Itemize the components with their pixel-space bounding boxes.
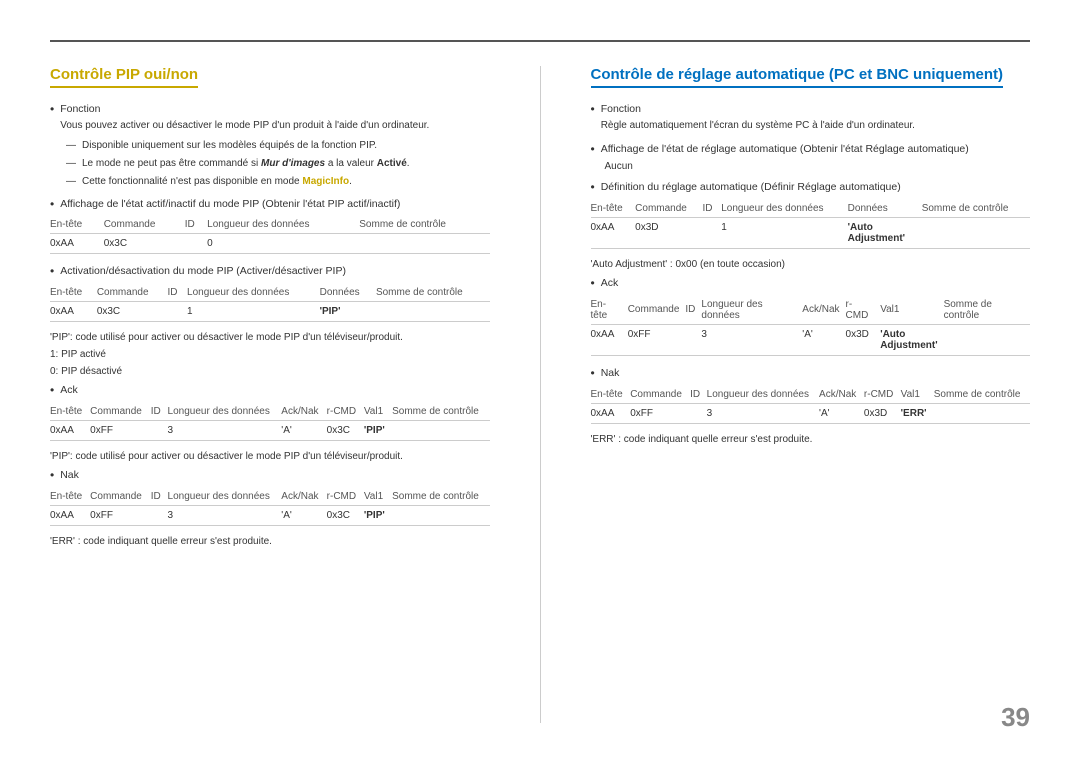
right-table3: En-tête Commande ID Longueur des données… (591, 386, 1031, 424)
right-err-note: 'ERR' : code indiquant quelle erreur s'e… (591, 434, 1031, 445)
bullet-dot-1: • (50, 103, 54, 115)
left-section-title: Contrôle PIP oui/non (50, 66, 198, 88)
page-number: 39 (1001, 702, 1030, 733)
right-title: Contrôle de réglage automatique (PC et B… (591, 66, 1031, 102)
left-ack-bullet: • Ack (50, 383, 490, 399)
left-table1: En-tête Commande ID Longueur des données… (50, 216, 490, 254)
left-err-note: 'ERR' : code indiquant quelle erreur s'e… (50, 536, 490, 547)
note3-line: — Cette fonctionnalité n'est pas disponi… (50, 174, 490, 189)
auto-adj-note: 'Auto Adjustment' : 0x00 (en toute occas… (591, 259, 1031, 270)
left-title: Contrôle PIP oui/non (50, 66, 490, 102)
table-row: 0xAA 0x3C 0 (50, 234, 490, 254)
left-table4: En-tête Commande ID Longueur des données… (50, 488, 490, 526)
page: Contrôle PIP oui/non • Fonction Vous pou… (0, 0, 1080, 763)
right-nak-bullet: • Nak (591, 366, 1031, 382)
left-table3: En-tête Commande ID Longueur des données… (50, 403, 490, 441)
right-ack-bullet: • Ack (591, 276, 1031, 292)
left-nak-bullet: • Nak (50, 468, 490, 484)
right-section1-sub: Aucun (591, 161, 1031, 172)
pip-note2: 1: PIP activé (50, 349, 490, 360)
left-section2-bullet: • Activation/désactivation du mode PIP (… (50, 264, 490, 280)
right-table1: En-tête Commande ID Longueur des données… (591, 200, 1031, 249)
right-section1-bullet: • Affichage de l'état de réglage automat… (591, 142, 1031, 158)
left-intro-label: Fonction Vous pouvez activer ou désactiv… (60, 102, 489, 134)
table-row: 0xAA 0xFF 3 'A' 0x3D 'AutoAdjustment' (591, 324, 1031, 355)
content-area: Contrôle PIP oui/non • Fonction Vous pou… (50, 66, 1030, 723)
pip-note3: 0: PIP désactivé (50, 366, 490, 377)
table-row: 0xAA 0xFF 3 'A' 0x3C 'PIP' (50, 505, 490, 525)
left-intro-bullet: • Fonction Vous pouvez activer ou désact… (50, 102, 490, 134)
left-table2: En-tête Commande ID Longueur des données… (50, 284, 490, 322)
left-column: Contrôle PIP oui/non • Fonction Vous pou… (50, 66, 490, 723)
pip-note1: 'PIP': code utilisé pour activer ou désa… (50, 332, 490, 343)
right-table2: En-tête Commande ID Longueur des données… (591, 296, 1031, 356)
table-row: 0xAA 0xFF 3 'A' 0x3C 'PIP' (50, 420, 490, 440)
pip-note4: 'PIP': code utilisé pour activer ou désa… (50, 451, 490, 462)
vertical-divider (540, 66, 541, 723)
table-row: 0xAA 0x3D 1 'AutoAdjustment' (591, 218, 1031, 249)
right-section2-bullet: • Définition du réglage automatique (Déf… (591, 180, 1031, 196)
note2-line: — Le mode ne peut pas être commandé si M… (50, 156, 490, 171)
table-row: 0xAA 0xFF 3 'A' 0x3D 'ERR' (591, 403, 1031, 423)
top-divider (50, 40, 1030, 42)
left-section1-bullet: • Affichage de l'état actif/inactif du m… (50, 197, 490, 213)
right-section-title: Contrôle de réglage automatique (PC et B… (591, 66, 1004, 88)
right-column: Contrôle de réglage automatique (PC et B… (591, 66, 1031, 723)
table-row: 0xAA 0x3C 1 'PIP' (50, 302, 490, 322)
right-intro-bullet: • Fonction Règle automatiquement l'écran… (591, 102, 1031, 134)
note1-line: — Disponible uniquement sur les modèles … (50, 138, 490, 153)
